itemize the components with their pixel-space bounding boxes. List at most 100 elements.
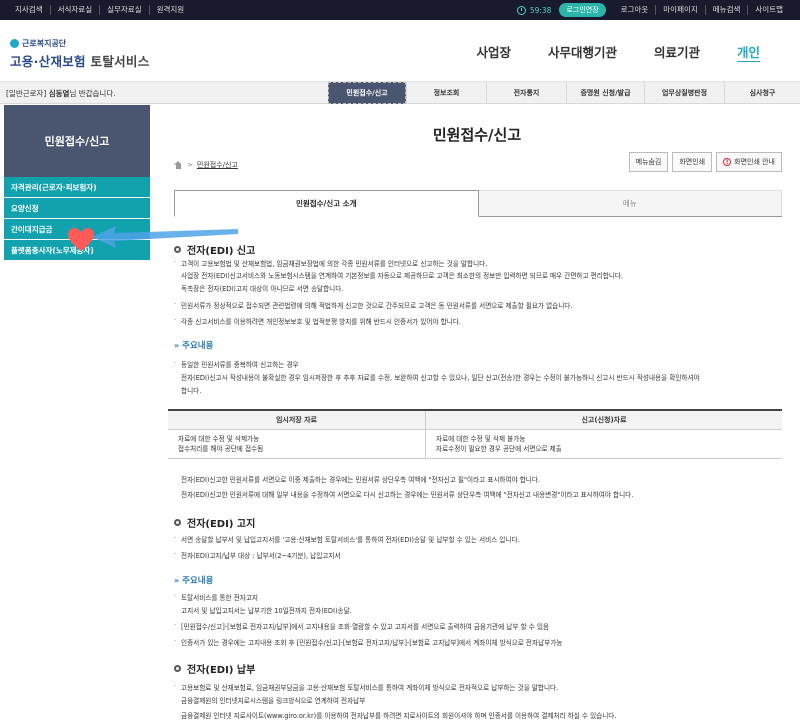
section-edi-report-title: 전자(EDI) 신고	[187, 246, 256, 257]
sidebar-item-medical-care[interactable]: 요양신청	[4, 198, 150, 219]
section-edi-payment-title: 전자(EDI) 납부	[187, 665, 256, 676]
text-line: 고용보험료 및 산재보험료, 임금채권부담금을 고용·산재보험 토탈서비스를 통…	[174, 682, 558, 692]
comparison-table: 임시저장 자료 신고(신청)자료 자료에 대한 수정 및 삭제가능 접수처리를 …	[168, 409, 782, 459]
table-header: 임시저장 자료	[168, 410, 426, 430]
menu-search-link[interactable]: 메뉴검색	[704, 5, 748, 15]
main-nav: 사업장 사무대행기관 의료기관 개인	[439, 42, 760, 61]
user-name: 심동열	[48, 89, 70, 98]
clock-icon	[516, 5, 526, 15]
breadcrumb-separator-icon: >	[187, 161, 193, 169]
section-edi-payment: 전자(EDI) 납부	[174, 661, 255, 676]
double-chevron-icon: »	[174, 340, 180, 350]
logo-org-name: 근로복지공단	[22, 39, 67, 48]
section-edi-report: 전자(EDI) 신고	[174, 242, 255, 257]
tab-menu[interactable]: 메뉴	[478, 190, 782, 216]
section-edi-notice: 전자(EDI) 고지	[174, 515, 255, 530]
home-icon[interactable]	[174, 161, 183, 169]
text-line: 전자(EDI)신고한 민원서류를 서면으로 이중 제출하는 경우에는 민원서류 …	[181, 476, 541, 484]
sidebar-title: 민원접수/신고	[4, 105, 150, 177]
sub-heading-main-content: » 주요내용	[174, 574, 214, 587]
sub-menu-bar: [일반근로자] 심동열님 반갑습니다. 민원접수/신고 정보조회 전자통지 증명…	[0, 82, 800, 104]
sub-heading-label: 주요내용	[182, 341, 214, 351]
text-line: 금융결제원의 인터넷지로시스템을 링크방식으로 연계하여 전자납부	[181, 697, 366, 705]
logo-service-text: 토탈서비스	[90, 54, 150, 69]
sitemap-link[interactable]: 사이트맵	[747, 5, 790, 15]
table-cell: 자료에 대한 수정 및 삭제 불가능 자료수정이 필요한 경우 공단에 서면으로…	[425, 429, 782, 459]
text-line: 독촉장은 전자(EDI)고지 대상이 아니므로 서면 송달합니다.	[181, 285, 344, 293]
logo-mark-icon	[10, 39, 19, 48]
link-branch-search[interactable]: 지사검색	[8, 5, 51, 15]
print-button[interactable]: 화면인쇄	[672, 152, 713, 172]
hide-menu-button[interactable]: 메뉴숨김	[628, 152, 669, 172]
table-cell-line: 자료에 대한 수정 및 삭제 불가능	[436, 434, 526, 443]
text-line: 동일한 민원서류를 중복하여 신고하는 경우	[174, 359, 299, 369]
tab-introduction[interactable]: 민원접수/신고 소개	[174, 190, 479, 217]
login-extend-button[interactable]: 로그인연장	[559, 3, 606, 17]
sidebar-item-qualification[interactable]: 자격관리(근로자·피보험자)	[4, 177, 150, 198]
text-line: 전자(EDI)신고한 민원서류에 대해 일부 내용을 수정하여 서면으로 다시 …	[181, 491, 634, 499]
nav-medical[interactable]: 의료기관	[654, 42, 700, 61]
text-line: 사업장 전자(EDI)신고서비스와 노동보험시스템을 연계하여 기본정보를 자동…	[181, 272, 624, 280]
heart-icon	[68, 228, 94, 251]
sub-nav: 민원접수/신고 정보조회 전자통지 증명원 신청/발급 업무상질병판정 심사청구	[328, 82, 800, 104]
session-timer-value: 59:38	[529, 5, 552, 15]
user-type: [일반근로자]	[6, 89, 47, 98]
subnav-complaint[interactable]: 민원접수/신고	[328, 82, 406, 104]
welcome-message: [일반근로자] 심동열님 반갑습니다.	[6, 88, 116, 99]
text-line: 서면 송달할 납부서 및 납입고지서를 '고용·산재보험 토탈서비스'를 통하여…	[174, 534, 520, 544]
nav-business[interactable]: 사업장	[476, 42, 511, 61]
table-header: 신고(신청)자료	[425, 410, 782, 430]
table-cell: 자료에 대한 수정 및 삭제가능 접수처리를 해야 공단에 접수됨	[168, 429, 426, 459]
text-line: 민원서류가 정상적으로 접수되면 관련법령에 의해 적법하게 신고한 것으로 간…	[174, 300, 572, 310]
text-line: 토탈서비스를 통한 전자고지	[174, 592, 258, 602]
text-line: 전자(EDI)고지/납부 대상 : 납부서(2~4기분), 납입고지서	[174, 550, 340, 560]
mypage-link[interactable]: 마이페이지	[655, 5, 705, 15]
text-line: 고지서 및 납입고지서는 납부기한 10일전까지 전자(EDI)송달.	[181, 607, 352, 615]
subnav-certificate[interactable]: 증명원 신청/발급	[566, 82, 644, 104]
page-title: 민원접수/신고	[432, 126, 522, 144]
nav-agency[interactable]: 사무대행기관	[548, 42, 617, 61]
breadcrumb: > 민원접수/신고	[174, 160, 238, 170]
hide-menu-label: 메뉴숨김	[635, 158, 662, 166]
print-guide-label: 화면인쇄 안내	[734, 158, 775, 166]
table-cell-line: 자료에 대한 수정 및 삭제가능	[178, 434, 260, 443]
table-cell-line: 자료수정이 필요한 경우 공단에 서면으로 제출	[436, 444, 562, 453]
breadcrumb-current[interactable]: 민원접수/신고	[197, 160, 238, 170]
bullet-circle-icon	[174, 519, 181, 526]
logout-link[interactable]: 로그아웃	[614, 5, 656, 15]
section-edi-notice-title: 전자(EDI) 고지	[187, 519, 256, 530]
subnav-info[interactable]: 정보조회	[406, 82, 486, 104]
text-line: 금융결제원 인터넷 지로사이트(www.giro.or.kr)를 이용하여 전자…	[181, 712, 617, 720]
content-tabs: 민원접수/신고 소개 메뉴	[174, 190, 782, 217]
subnav-disease[interactable]: 업무상질병판정	[644, 82, 724, 104]
session-timer: 59:38	[516, 5, 552, 15]
text-line: [민원접수/신고]-[보험료 전자고지/납부]에서 고지내용을 조회·열람할 수…	[174, 621, 549, 631]
page-tools: 메뉴숨김 화면인쇄 ! 화면인쇄 안내	[625, 152, 782, 172]
text-line: 합니다.	[181, 387, 202, 395]
text-line: 고객이 고용보험법 및 산재보험법, 임금채권보장법에 의한 각종 민원서류를 …	[174, 258, 487, 268]
sub-heading-main-content: » 주요내용	[174, 339, 214, 352]
text-line: 전자(EDI)신고시 작성내용이 불확실한 경우 임시저장한 후 추후 자료를 …	[181, 374, 700, 382]
info-icon: !	[723, 158, 732, 166]
subnav-notice[interactable]: 전자통지	[486, 82, 566, 104]
link-practice-library[interactable]: 실무자료실	[100, 5, 150, 15]
text-line: 각종 신고서비스를 이용하려면 개인정보보호 및 법적분쟁 방지를 위해 반드시…	[174, 316, 461, 326]
site-header: 근로복지공단 고용·산재보험 토탈서비스 사업장 사무대행기관 의료기관 개인	[0, 20, 800, 82]
sub-heading-label: 주요내용	[182, 576, 214, 586]
double-chevron-icon: »	[174, 575, 180, 585]
link-remote-support[interactable]: 원격지원	[150, 5, 192, 15]
nav-personal[interactable]: 개인	[737, 42, 760, 61]
print-label: 화면인쇄	[679, 158, 706, 166]
subnav-review[interactable]: 심사청구	[724, 82, 800, 104]
bullet-circle-icon	[174, 246, 181, 253]
top-utility-bar: 지사검색 서식자료실 실무자료실 원격지원 59:38 로그인연장 로그아웃 마…	[0, 0, 800, 20]
site-logo[interactable]: 근로복지공단 고용·산재보험 토탈서비스	[10, 38, 150, 70]
table-cell-line: 접수처리를 해야 공단에 접수됨	[178, 444, 264, 453]
bullet-circle-icon	[174, 665, 181, 672]
link-form-library[interactable]: 서식자료실	[51, 5, 101, 15]
utility-links: 지사검색 서식자료실 실무자료실 원격지원	[0, 5, 191, 15]
text-line: 인증서가 있는 경우에는 고지내용 조회 후 [민원접수/신고]-[보험료 전자…	[174, 637, 562, 647]
print-guide-button[interactable]: ! 화면인쇄 안내	[716, 152, 782, 172]
welcome-suffix: 님 반갑습니다.	[69, 89, 116, 98]
logo-main-text: 고용·산재보험	[10, 54, 86, 69]
